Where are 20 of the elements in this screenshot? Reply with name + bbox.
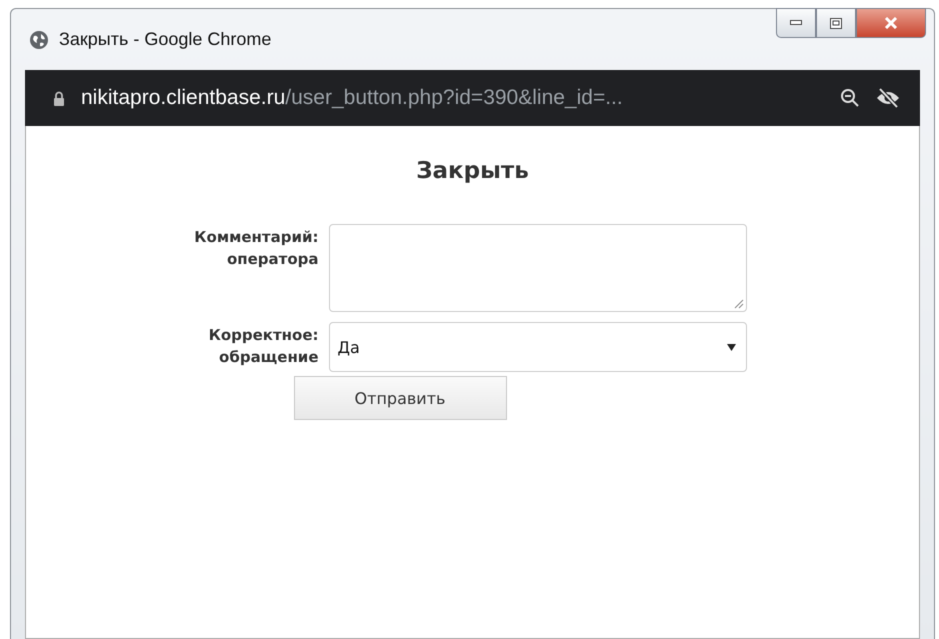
minimize-button[interactable] (776, 8, 816, 38)
url-text[interactable]: nikitapro.clientbase.ru/user_button.php?id=390&line_id=... (81, 86, 824, 110)
resize-grip-icon (734, 299, 744, 309)
field-label: Корректное: обращение (208, 325, 318, 368)
caret-icon (726, 344, 736, 350)
page-heading: Закрыть (416, 158, 529, 184)
field-label: Комментарий: оператора (193, 227, 318, 270)
maximize-icon (830, 18, 842, 28)
comment-field[interactable] (328, 224, 746, 312)
zoom-out-icon[interactable] (840, 88, 860, 108)
submit-button[interactable]: Отправить (294, 376, 506, 420)
globe-icon (29, 30, 49, 50)
dropdown-field[interactable]: Да (328, 322, 746, 372)
eye-off-icon[interactable] (876, 88, 900, 108)
lock-icon (53, 90, 65, 106)
window-title: Закрыть - Google Chrome (59, 29, 272, 50)
close-button[interactable] (856, 8, 926, 38)
close-icon (884, 17, 898, 29)
minimize-icon (790, 20, 802, 26)
maximize-button[interactable] (816, 8, 856, 38)
